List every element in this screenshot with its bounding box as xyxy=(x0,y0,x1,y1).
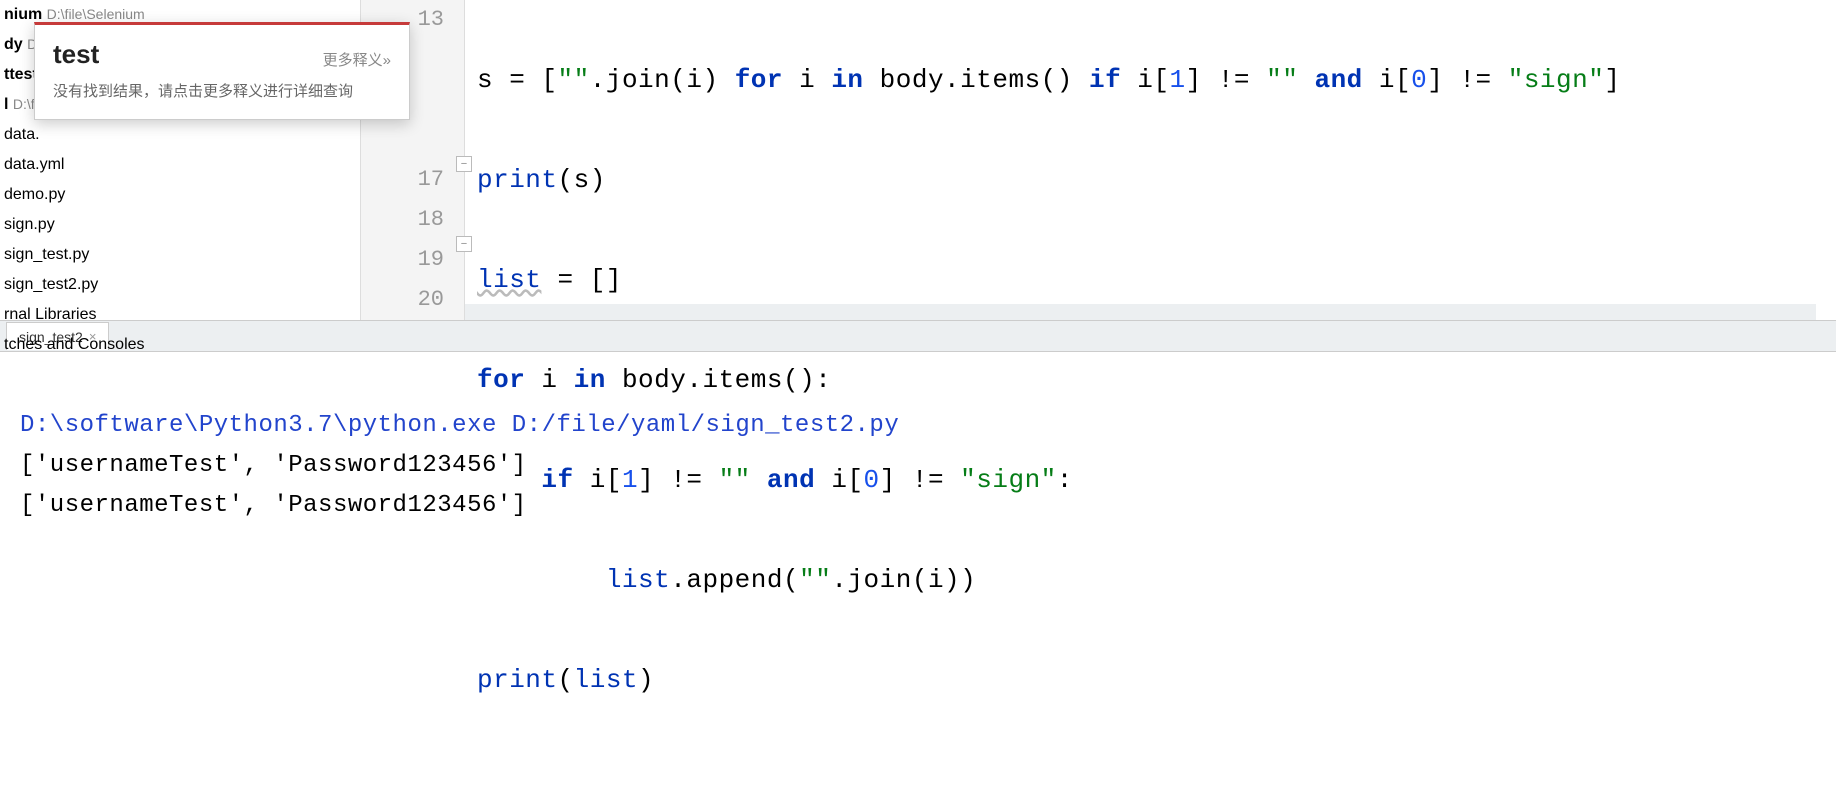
console-line: ['usernameTest', 'Password123456'] xyxy=(20,452,527,479)
line-number[interactable]: 17 xyxy=(361,160,464,200)
external-libraries[interactable]: rnal Libraries xyxy=(0,300,360,330)
project-sidebar[interactable]: nium D:\file\Selenium dy D:\file\Study t… xyxy=(0,0,360,320)
code-line[interactable]: s = ["".join(i) for i in body.items() if… xyxy=(477,60,1836,100)
console-line: ['usernameTest', 'Password123456'] xyxy=(20,492,527,519)
line-number[interactable]: 18 xyxy=(361,200,464,240)
file-item[interactable]: data. xyxy=(0,120,360,150)
code-line[interactable]: for i in body.items(): xyxy=(477,360,1836,400)
file-item[interactable]: sign.py xyxy=(0,210,360,240)
code-line[interactable]: if i[1] != "" and i[0] != "sign": xyxy=(477,460,1836,500)
line-number[interactable]: 19 xyxy=(361,240,464,280)
scratches-consoles[interactable]: tches and Consoles xyxy=(0,330,360,360)
line-number[interactable] xyxy=(361,120,464,160)
code-line[interactable]: print(list) xyxy=(477,660,1836,700)
code-line[interactable]: list.append("".join(i)) xyxy=(477,560,1836,600)
more-definitions-link[interactable]: 更多释义» xyxy=(323,49,391,70)
main-split: nium D:\file\Selenium dy D:\file\Study t… xyxy=(0,0,1836,320)
file-item[interactable]: data.yml xyxy=(0,150,360,180)
file-item[interactable]: demo.py xyxy=(0,180,360,210)
editor-scrollbar[interactable] xyxy=(465,304,1816,320)
popup-body: 没有找到结果，请点击更多释义进行详细查询 xyxy=(35,80,409,119)
code-line[interactable]: list = [] xyxy=(477,260,1836,300)
file-item[interactable]: sign_test2.py xyxy=(0,270,360,300)
line-number[interactable]: 20 xyxy=(361,280,464,320)
dictionary-popup: test 更多释义» 没有找到结果，请点击更多释义进行详细查询 xyxy=(34,22,410,120)
popup-title: test xyxy=(53,39,99,70)
code-line[interactable]: print(s) xyxy=(477,160,1836,200)
code-editor[interactable]: s = ["".join(i) for i in body.items() if… xyxy=(465,0,1836,320)
file-item[interactable]: sign_test.py xyxy=(0,240,360,270)
